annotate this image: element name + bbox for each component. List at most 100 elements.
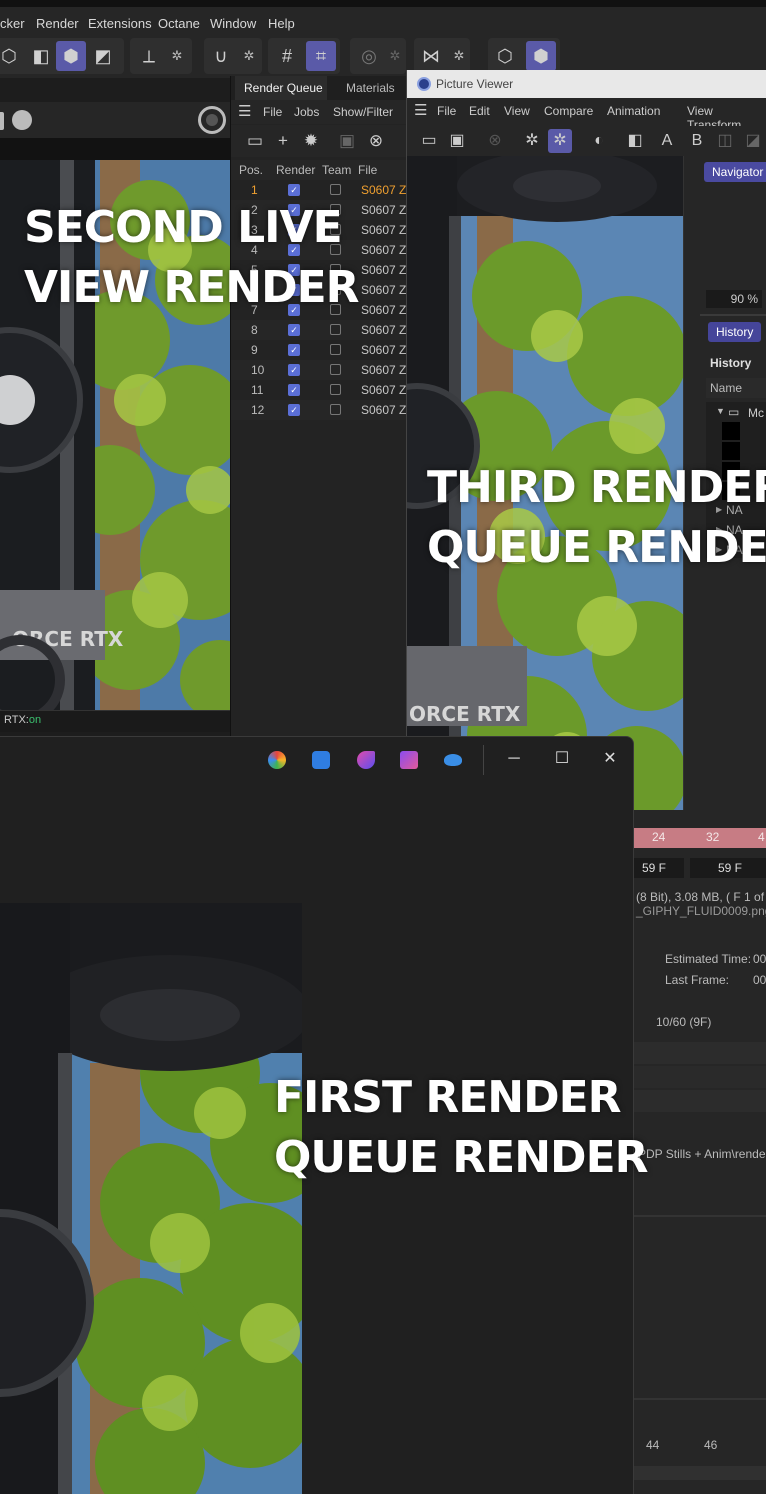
render-checkbox[interactable]: ✓	[288, 404, 300, 416]
grid-icon[interactable]: #	[272, 41, 302, 71]
contrast-icon[interactable]: ◐	[587, 129, 611, 153]
clapper-icon[interactable]: ▣	[335, 129, 359, 153]
table-row[interactable]: 10 ✓ S0607 Ze	[231, 360, 413, 380]
team-checkbox[interactable]	[330, 184, 341, 195]
first-render-image	[0, 903, 302, 1494]
gear-icon[interactable]: ✲	[162, 41, 192, 71]
folder-icon[interactable]: ▭	[243, 129, 267, 153]
layers-hex-icon[interactable]: ⬢	[526, 41, 556, 71]
overlay-icon[interactable]: ◪	[741, 129, 765, 153]
save-icon[interactable]: ▣	[445, 129, 469, 153]
team-checkbox[interactable]	[330, 344, 341, 355]
maximize-button[interactable]: ☐	[550, 747, 574, 771]
timeline-scrollbar[interactable]	[634, 1466, 766, 1480]
render-region-icon[interactable]: ✲	[548, 129, 572, 153]
copilot-icon[interactable]	[268, 751, 286, 769]
compare-a-icon[interactable]: A	[655, 129, 679, 153]
compare-b-icon[interactable]: B	[685, 129, 709, 153]
timeline-ruler[interactable]: 24 32 4	[634, 828, 766, 848]
table-row[interactable]: 9 ✓ S0607 Ze	[231, 340, 413, 360]
table-row[interactable]: 12 ✓ S0607 Ze	[231, 400, 413, 420]
zoom-field[interactable]: 90 %	[706, 290, 762, 308]
frame-start-field[interactable]: 59 F	[634, 858, 684, 878]
menu-item-octane[interactable]: Octane	[158, 16, 200, 31]
gear-icon[interactable]: ✹	[299, 129, 323, 153]
picture-viewer-menu: ☰ File Edit View Compare Animation View …	[407, 98, 766, 132]
stop-icon[interactable]: ⊗	[483, 129, 507, 153]
menu-item-extensions[interactable]: Extensions	[88, 16, 152, 31]
picture-viewer-titlebar[interactable]: Picture Viewer	[407, 70, 766, 98]
info-band	[634, 1090, 766, 1112]
eye-hex-icon[interactable]: ⬡	[490, 41, 520, 71]
render-checkbox[interactable]: ✓	[288, 364, 300, 376]
close-button[interactable]: ✕	[598, 747, 622, 771]
table-row[interactable]: 11 ✓ S0607 Ze	[231, 380, 413, 400]
pv-menu-animation[interactable]: Animation	[607, 104, 660, 118]
pv-menu-compare[interactable]: Compare	[544, 104, 593, 118]
magnet-icon[interactable]: ∪	[206, 41, 236, 71]
cube-split-icon[interactable]: ◩	[88, 41, 118, 71]
rq-menu-file[interactable]: File	[263, 105, 282, 119]
pv-menu-file[interactable]: File	[437, 104, 456, 118]
row-position: 1	[251, 183, 258, 197]
grid-lock-icon[interactable]: ⌗	[306, 41, 336, 71]
rq-menu-jobs[interactable]: Jobs	[294, 105, 319, 119]
tab-materials[interactable]: Materials	[346, 81, 395, 95]
team-checkbox[interactable]	[330, 324, 341, 335]
render-ring-icon[interactable]	[198, 106, 226, 134]
butterfly-icon[interactable]: ⋈	[416, 41, 446, 71]
tab-navigator[interactable]: Navigator	[704, 162, 766, 182]
render-checkbox[interactable]: ✓	[288, 344, 300, 356]
menu-item-tracker[interactable]: cker	[0, 16, 25, 31]
live-viewport[interactable]: ORCE RTX RTX:on	[0, 102, 230, 732]
pv-menu-edit[interactable]: Edit	[469, 104, 490, 118]
history-folder-label[interactable]: Mc	[748, 406, 764, 420]
render-checkbox[interactable]: ✓	[288, 384, 300, 396]
menu-item-help[interactable]: Help	[268, 16, 295, 31]
swap-icon[interactable]: ◫	[713, 129, 737, 153]
team-checkbox[interactable]	[330, 404, 341, 415]
minimize-button[interactable]: ─	[502, 747, 526, 771]
gear-icon[interactable]: ✲	[444, 41, 474, 71]
axis-icon[interactable]: ⟂	[134, 41, 164, 71]
render-checkbox[interactable]: ✓	[288, 324, 300, 336]
pv-menu-view[interactable]: View	[504, 104, 530, 118]
menu-item-render[interactable]: Render	[36, 16, 79, 31]
hamburger-icon[interactable]: ☰	[414, 101, 427, 119]
column-name[interactable]: Name	[706, 378, 766, 398]
record-icon[interactable]	[12, 110, 32, 130]
render-settings-icon[interactable]: ✲	[520, 129, 544, 153]
cube-solid-icon[interactable]: ⬢	[56, 41, 86, 71]
compare-split-icon[interactable]: ◧	[623, 129, 647, 153]
cancel-icon[interactable]: ⊗	[364, 129, 388, 153]
gear-icon[interactable]: ✲	[234, 41, 264, 71]
cube-outline-icon[interactable]: ⬡	[0, 41, 24, 71]
column-render[interactable]: Render	[276, 163, 315, 177]
menu-item-window[interactable]: Window	[210, 16, 256, 31]
folder-open-icon[interactable]: ▭	[417, 129, 441, 153]
tab-render-queue[interactable]: Render Queue	[244, 81, 323, 95]
chevron-down-icon[interactable]: ▼	[716, 406, 725, 416]
render-checkbox[interactable]: ✓	[288, 184, 300, 196]
column-team[interactable]: Team	[322, 163, 351, 177]
onedrive-off-icon[interactable]	[444, 754, 462, 766]
slider-handle[interactable]	[0, 112, 4, 130]
table-row[interactable]: 8 ✓ S0607 Ze	[231, 320, 413, 340]
edit-image-icon[interactable]	[312, 751, 330, 769]
history-thumbnail[interactable]	[722, 422, 740, 440]
team-checkbox[interactable]	[330, 384, 341, 395]
team-checkbox[interactable]	[330, 364, 341, 375]
clipchamp-icon[interactable]	[400, 751, 418, 769]
column-pos[interactable]: Pos.	[239, 163, 263, 177]
paint-icon[interactable]	[357, 751, 375, 769]
cube-half-icon[interactable]: ◧	[26, 41, 56, 71]
hamburger-icon[interactable]: ☰	[238, 102, 251, 120]
rq-menu-show-filter[interactable]: Show/Filter	[333, 105, 393, 119]
frame-end-field[interactable]: 59 F	[690, 858, 766, 878]
tab-history[interactable]: History	[708, 322, 762, 342]
gear-icon[interactable]: ✲	[380, 41, 410, 71]
table-row[interactable]: 1 ✓ S0607 Ze	[231, 180, 413, 200]
column-file[interactable]: File	[358, 163, 377, 177]
row-position: 10	[251, 363, 265, 377]
add-icon[interactable]: +	[271, 129, 295, 153]
